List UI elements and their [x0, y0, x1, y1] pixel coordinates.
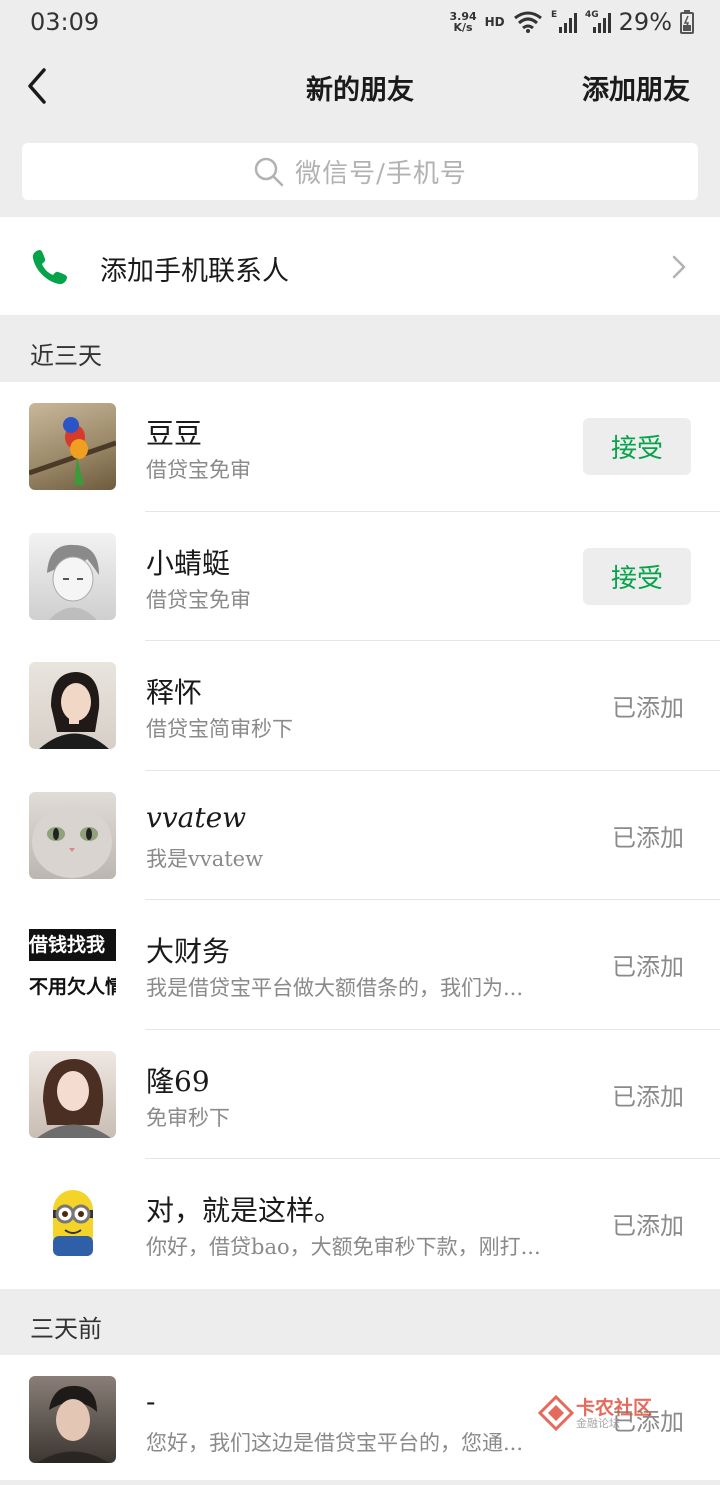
- friend-request-item[interactable]: 释怀 借贷宝简审秒下 已添加: [0, 641, 720, 771]
- friend-message: 我是vvatew: [146, 846, 264, 871]
- network-speed: 3.94 K/s: [449, 10, 477, 34]
- friend-name: 大财务: [146, 935, 231, 968]
- wifi-icon: [513, 11, 542, 33]
- phone-icon: [32, 250, 67, 285]
- minion-image: [53, 1190, 93, 1256]
- friend-name: 释怀: [146, 676, 203, 709]
- status-indicators: 3.94 K/s HD E 4G 29%: [449, 6, 694, 38]
- search-icon: [254, 157, 284, 186]
- friend-name: 豆豆: [146, 417, 203, 450]
- search-input[interactable]: 微信号/手机号: [22, 143, 698, 200]
- watermark-logo: 卡农社区 金融论坛: [538, 1393, 658, 1433]
- parrot-image: [29, 417, 116, 485]
- watermark-subtext: 金融论坛: [576, 1417, 620, 1430]
- friend-request-item[interactable]: 豆豆 借贷宝免审 接受: [0, 382, 720, 512]
- friend-name: 小蜻蜓: [146, 546, 231, 580]
- battery-icon: [680, 10, 694, 34]
- friend-request-item[interactable]: 对，就是这样。 你好，借贷bao，大额免审秒下款，刚打... 已添加: [0, 1159, 720, 1289]
- chevron-right-icon: [672, 255, 686, 279]
- add-phone-contacts-label: 添加手机联系人: [100, 256, 289, 287]
- avatar[interactable]: [29, 1376, 116, 1463]
- battery-percent: 29%: [618, 8, 672, 36]
- friend-message: 借贷宝免审: [146, 458, 251, 482]
- man-portrait-image: [37, 1385, 109, 1463]
- friend-message: 你好，借贷bao，大额免审秒下款，刚打...: [146, 1235, 541, 1259]
- added-status: 已添加: [612, 694, 684, 722]
- avatar[interactable]: [29, 532, 116, 620]
- avatar[interactable]: [29, 1180, 116, 1267]
- friend-request-item[interactable]: 借钱找我 不用欠人情 大财务 我是借贷宝平台做大额借条的，我们为... 已添加: [0, 900, 720, 1030]
- section-title: 三天前: [30, 1315, 102, 1343]
- svg-text:4G: 4G: [585, 10, 599, 20]
- signal-icon-1: E: [551, 10, 577, 33]
- friend-name: 隆69: [146, 1064, 210, 1098]
- friend-request-item[interactable]: vvatew 我是vvatew 已添加: [0, 771, 720, 900]
- svg-text:E: E: [551, 10, 557, 20]
- friend-message: 借贷宝免审: [146, 587, 251, 612]
- added-status: 已添加: [612, 1212, 684, 1240]
- added-status: 已添加: [612, 823, 684, 852]
- avatar[interactable]: [29, 1050, 116, 1138]
- avatar-text-bottom: 不用欠人情: [29, 976, 116, 998]
- status-bar: 03:09 3.94 K/s HD E 4G 29%: [0, 0, 720, 44]
- friend-message: 免审秒下: [146, 1105, 230, 1130]
- friend-request-item[interactable]: 小蜻蜓 借贷宝免审 接受: [0, 512, 720, 641]
- section-title: 近三天: [30, 342, 102, 370]
- hd-indicator: HD: [484, 15, 505, 29]
- friend-name: 对，就是这样。: [146, 1194, 343, 1227]
- friend-name: -: [146, 1385, 156, 1418]
- avatar[interactable]: [29, 791, 116, 879]
- friend-message: 借贷宝简审秒下: [146, 717, 293, 741]
- friend-request-item[interactable]: 隆69 免审秒下 已添加: [0, 1030, 720, 1159]
- add-friend-button[interactable]: 添加朋友: [582, 68, 690, 107]
- added-status: 已添加: [612, 1082, 684, 1111]
- woman-portrait-image: [39, 672, 109, 749]
- cat-image: [32, 805, 112, 878]
- woman-portrait-image: [37, 1058, 111, 1138]
- accept-button[interactable]: 接受: [583, 418, 691, 475]
- avatar[interactable]: 借钱找我 不用欠人情: [29, 921, 116, 1008]
- avatar[interactable]: [29, 403, 116, 490]
- accept-button[interactable]: 接受: [583, 547, 691, 605]
- anime-boy-image: [47, 544, 99, 620]
- section-header-recent: 近三天: [0, 316, 720, 382]
- friend-message: 我是借贷宝平台做大额借条的，我们为...: [146, 976, 524, 1000]
- add-phone-contacts-row[interactable]: 添加手机联系人: [0, 217, 720, 315]
- friend-message: 您好，我们这边是借贷宝平台的，您通...: [146, 1431, 524, 1455]
- section-header-earlier: 三天前: [0, 1289, 720, 1355]
- signal-icon-2: 4G: [585, 10, 611, 33]
- avatar-text-top: 借钱找我: [29, 929, 116, 961]
- friend-name: vvatew: [146, 800, 247, 834]
- friend-request-list-recent: 豆豆 借贷宝免审 接受 小蜻蜓 借贷宝免审 接受 释怀 借贷宝简审秒下 已添加 …: [0, 382, 720, 1289]
- added-status: 已添加: [612, 953, 684, 981]
- status-time: 03:09: [30, 8, 100, 36]
- search-placeholder: 微信号/手机号: [295, 159, 467, 189]
- nav-bar: 新的朋友 添加朋友: [0, 44, 720, 132]
- avatar[interactable]: [29, 662, 116, 749]
- watermark-icon: [538, 1395, 574, 1431]
